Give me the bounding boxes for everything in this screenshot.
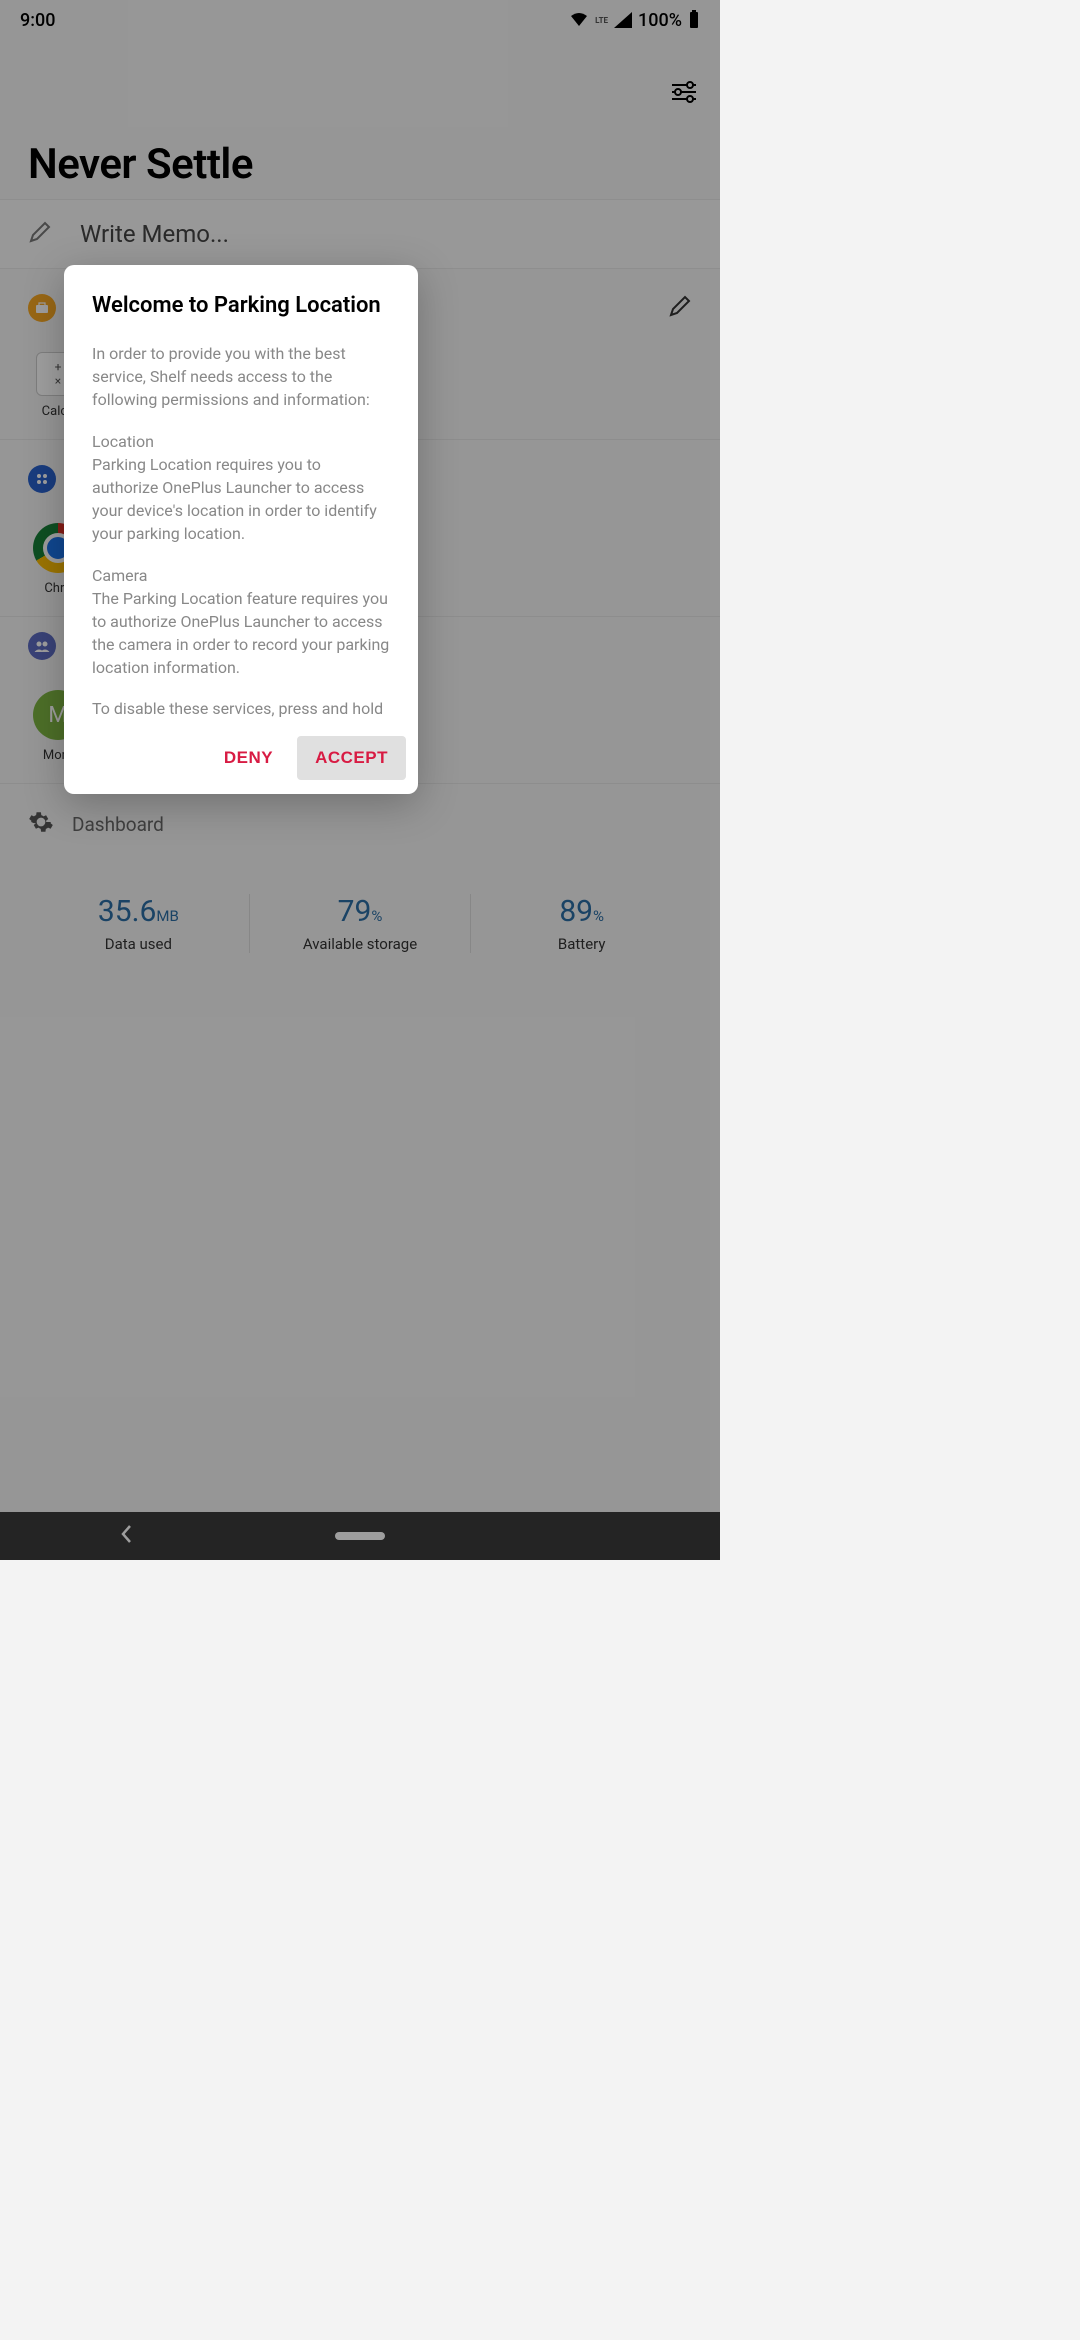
dialog-camera-section: Camera The Parking Location feature requ… — [92, 564, 390, 680]
dialog-intro: In order to provide you with the best se… — [92, 342, 390, 412]
dialog-location-section: Location Parking Location requires you t… — [92, 430, 390, 546]
dialog-title: Welcome to Parking Location — [64, 293, 418, 318]
location-body: Parking Location requires you to authori… — [92, 455, 377, 544]
dialog-body[interactable]: In order to provide you with the best se… — [64, 342, 418, 722]
location-heading: Location — [92, 432, 154, 451]
accept-button[interactable]: ACCEPT — [297, 736, 406, 780]
camera-body: The Parking Location feature requires yo… — [92, 589, 389, 678]
screen-root: 9:00 LTE 100% Never Settle Write Memo... — [0, 0, 720, 1560]
dialog-actions: DENY ACCEPT — [64, 722, 418, 780]
parking-location-dialog: Welcome to Parking Location In order to … — [64, 265, 418, 794]
deny-button[interactable]: DENY — [206, 736, 291, 780]
camera-heading: Camera — [92, 566, 147, 585]
dialog-disable-note: To disable these services, press and hol… — [92, 697, 390, 722]
